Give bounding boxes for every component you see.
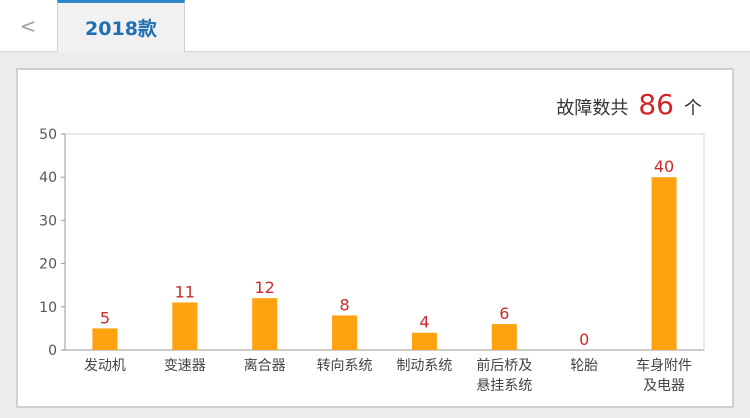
x-tick-label: 转向系统 [317,358,373,374]
data-label: 8 [339,295,349,314]
data-label: 12 [255,278,275,297]
bar [411,332,437,350]
data-label: 40 [654,157,674,176]
x-tick-label: 离合器 [244,357,286,374]
back-button[interactable]: < [6,3,50,49]
x-tick-label: 变速器 [164,358,206,374]
y-tick-label: 50 [39,127,57,143]
y-tick-label: 20 [39,257,57,273]
tab-label: 2018款 [85,18,157,40]
x-tick-label: 发动机 [84,358,126,374]
bar [252,298,278,350]
x-tick-label: 前后桥及 [476,357,532,374]
y-tick-label: 0 [48,343,57,359]
bar [491,324,517,350]
plot-frame [64,133,705,351]
y-tick-label: 30 [39,213,57,229]
x-tick-label: 轮胎 [570,358,598,374]
x-tick-label: 制动系统 [396,358,452,374]
bar [332,315,358,350]
tab-2018[interactable]: 2018款 [57,0,185,52]
bar [92,328,118,350]
y-tick-label: 40 [39,170,57,186]
data-label: 6 [499,304,509,323]
bar [172,302,198,350]
x-tick-label: 及电器 [643,378,685,394]
bar [651,177,677,350]
data-label: 0 [579,330,589,349]
data-label: 5 [100,308,110,327]
data-label: 11 [175,282,195,301]
tab-bar: < 2018款 [0,0,750,52]
x-tick-label: 车身附件 [636,357,692,374]
back-arrow-icon: < [19,14,37,38]
y-tick-label: 10 [39,300,57,316]
x-tick-label: 悬挂系统 [476,378,532,394]
fault-chart-panel: 故障数共 86 个 0 10 20 30 40 50 5 发动机 11 变速器 12 离合器 8 转向系统… [16,68,734,408]
data-label: 4 [419,313,429,332]
bar-chart: 0 10 20 30 40 50 5 发动机 11 变速器 12 离合器 8 转向系统 4 制动系统 6 前后桥及… [39,127,705,394]
